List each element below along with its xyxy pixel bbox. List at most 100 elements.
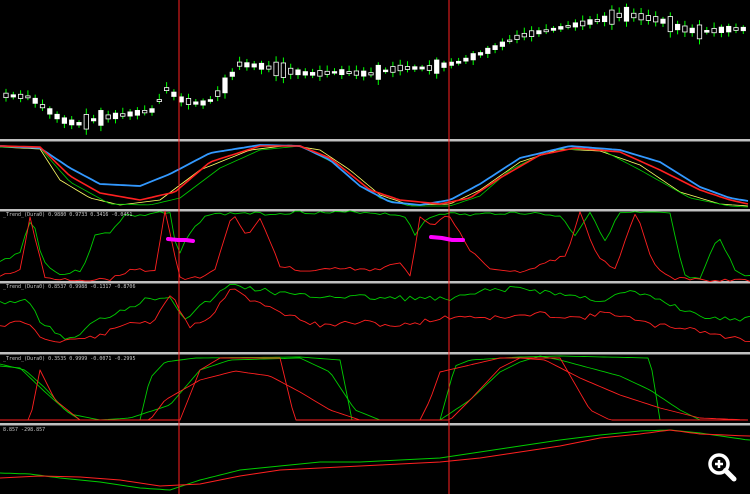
candle-body (149, 108, 155, 113)
candle-body (726, 25, 732, 33)
candle-body (105, 114, 111, 120)
candle-body (375, 64, 381, 80)
candle-body (142, 110, 148, 114)
candle-body (492, 45, 498, 50)
signal-highlights (166, 235, 465, 243)
candle-body (550, 27, 557, 31)
trend-panel-3-label: _Trend_(Dura0) 0.3535 0.9999 -0.0071 -0.… (3, 356, 136, 362)
candle-body (10, 94, 16, 98)
candle-body (32, 97, 38, 104)
signal-highlight-right (429, 235, 465, 242)
candle-body (215, 90, 221, 97)
osc-line-blue (0, 144, 749, 206)
candle-body (404, 66, 411, 70)
candle-body (434, 59, 440, 74)
candle-body (623, 6, 630, 22)
candle-body (127, 111, 133, 117)
candle-body (98, 110, 104, 126)
candle-body (397, 64, 403, 72)
candle-body (412, 66, 418, 70)
candle-body (441, 62, 447, 68)
candle-body (529, 30, 535, 37)
trend-panel-1-lines (0, 210, 750, 282)
candle-body (631, 12, 637, 19)
candle-body (521, 32, 527, 38)
trend3-line-red-2 (0, 357, 748, 421)
candle-body (499, 41, 506, 47)
candle-body (543, 29, 549, 33)
cumulative-line-red (0, 429, 750, 487)
candle-body (3, 92, 9, 99)
trend-panel-2-label: _Trend_(Dura0) 0.8537 0.9988 -0.1317 -0.… (3, 284, 136, 290)
candle-body (536, 30, 542, 35)
candle-body (361, 70, 367, 77)
candle-body (134, 110, 140, 116)
candle-body (302, 71, 308, 76)
trend3-line-green-1 (0, 355, 748, 421)
candle-body (54, 113, 60, 120)
candle-body (39, 104, 46, 109)
candle-body (25, 95, 31, 99)
panel-separators (0, 139, 750, 426)
candle-body (558, 26, 564, 30)
candle-body (91, 118, 97, 122)
candle-body (120, 113, 126, 117)
candle-body (587, 19, 593, 25)
candle-body (324, 70, 330, 75)
candle-body (667, 16, 673, 33)
candle-body (689, 27, 695, 34)
candle-body (273, 61, 279, 77)
candle-body (704, 30, 710, 33)
separator-t3-cum (0, 423, 750, 426)
candle-body (594, 19, 600, 23)
candle-body (660, 18, 666, 24)
candle-body (682, 25, 688, 33)
candle-body (47, 108, 53, 115)
candle-body (76, 122, 82, 126)
trend3-line-red-1 (0, 357, 749, 421)
candle-body (514, 34, 520, 40)
trend-panel-1-label: _Trend_(Dura0) 0.9880 0.9733 0.3416 -0.0… (3, 212, 133, 218)
candle-body (156, 99, 162, 102)
candle-body (258, 62, 265, 70)
candle-body (69, 119, 75, 126)
candle-body (236, 61, 243, 67)
candle-body (288, 67, 294, 75)
candle-body (390, 66, 396, 73)
candle-body (507, 39, 513, 42)
candle-body (251, 63, 257, 68)
candle-body (696, 24, 703, 40)
trend-panel-3-lines (0, 355, 749, 421)
price-candles[interactable] (3, 3, 746, 135)
candle-body (331, 71, 338, 74)
candle-body (61, 117, 68, 124)
chart-canvas[interactable] (0, 0, 750, 494)
candle-body (718, 26, 725, 33)
candle-body (295, 69, 301, 76)
candle-body (580, 20, 586, 27)
cumulative-lines (0, 429, 750, 491)
candle-body (353, 70, 360, 76)
candle-body (485, 47, 491, 54)
candle-body (653, 16, 659, 23)
trend3-line-green-2 (0, 355, 748, 421)
oscillator-lines (0, 144, 749, 208)
candle-body (711, 28, 717, 34)
candle-body (178, 96, 184, 103)
candle-body (266, 65, 272, 70)
candle-body (163, 87, 170, 91)
candle-body (609, 9, 615, 25)
candle-body (17, 93, 24, 99)
candle-body (222, 77, 228, 94)
candle-body (112, 112, 119, 120)
candle-body (572, 22, 579, 28)
candle-body (346, 71, 352, 75)
separator-t2-t3 (0, 352, 750, 355)
zoom-in-icon[interactable] (705, 450, 739, 484)
candle-body (470, 53, 476, 61)
candle-body (426, 65, 433, 71)
candle-body (339, 69, 345, 76)
candle-body (419, 66, 425, 70)
cumulative-panel-label: 8.857 -298.857 (3, 427, 46, 433)
candle-body (463, 57, 469, 62)
